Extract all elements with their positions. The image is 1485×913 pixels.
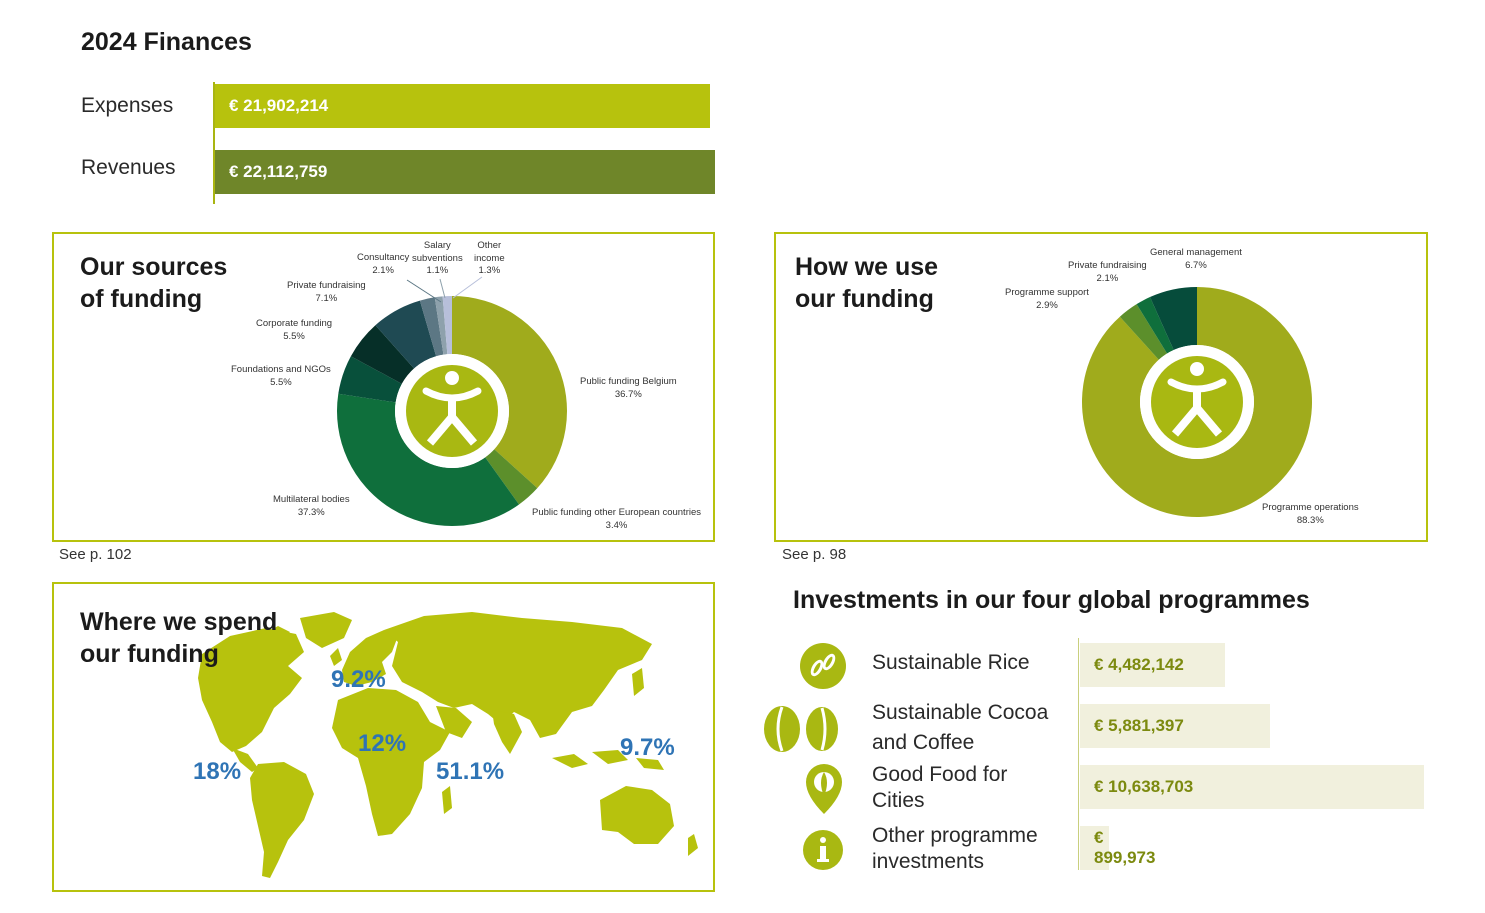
- label-public-funding-belgium: Public funding Belgium 36.7%: [580, 376, 677, 401]
- investment-value-cocoa-coffee: € 5,881,397: [1094, 716, 1184, 735]
- investment-value-rice: € 4,482,142: [1094, 655, 1184, 674]
- revenues-label: Revenues: [81, 156, 176, 179]
- slice-label-name: Foundations and NGOs: [231, 364, 331, 375]
- investment-bar-cocoa-coffee: € 5,881,397: [1080, 704, 1270, 748]
- slice-label-value: 3.4%: [605, 519, 628, 531]
- sources-see-page: See p. 102: [59, 546, 132, 563]
- revenues-bar: € 22,112,759: [215, 150, 715, 194]
- spend-title-line2: our funding: [80, 640, 219, 668]
- expenses-value: € 21,902,214: [229, 96, 329, 115]
- investment-bar-rice: € 4,482,142: [1080, 643, 1225, 687]
- coffee-bean-icon: [764, 706, 838, 752]
- label-foundations-ngos: Foundations and NGOs 5.5%: [231, 364, 331, 389]
- label-multilateral-bodies: Multilateral bodies 37.3%: [273, 494, 350, 519]
- sources-leader-lines: [406, 276, 483, 303]
- slice-label-name: Public funding Belgium: [580, 376, 677, 387]
- slice-label-value: 37.3%: [297, 506, 325, 518]
- label-programme-support: Programme support 2.9%: [1005, 287, 1089, 312]
- pct-west-africa: 12%: [358, 730, 407, 757]
- slice-label-name: Salary: [423, 240, 451, 251]
- label-programme-operations: Programme operations 88.3%: [1262, 502, 1359, 527]
- slice-label-value: 88.3%: [1296, 514, 1324, 526]
- use-donut-chart: [1082, 287, 1312, 517]
- location-pin-icon: [806, 764, 842, 814]
- use-see-page: See p. 98: [782, 546, 847, 563]
- investment-label-good-food: Good Food for Cities: [872, 763, 1008, 812]
- investment-value-good-food: € 10,638,703: [1094, 777, 1194, 796]
- rice-grain-icon: [800, 643, 846, 689]
- slice-label-name: Programme operations: [1262, 502, 1359, 513]
- slice-label-value: 2.9%: [1036, 299, 1058, 311]
- slice-label-value: 36.7%: [614, 388, 642, 400]
- investment-bar-good-food: € 10,638,703: [1080, 765, 1424, 809]
- spend-title: Where we spend our funding: [80, 606, 340, 670]
- slice-label-name: Other: [477, 240, 502, 251]
- slice-label-name: Programme support: [1005, 287, 1089, 298]
- slice-label-value: 5.5%: [270, 376, 292, 388]
- spend-title-line1: Where we spend: [80, 608, 278, 636]
- slice-label-name: General management: [1150, 247, 1242, 258]
- slice-label-value: 5.5%: [283, 330, 305, 342]
- sources-title: Our sources of funding: [80, 251, 310, 315]
- sources-donut-chart: [337, 296, 567, 526]
- investments-title: Investments in our four global programme…: [793, 586, 1310, 614]
- pct-americas: 18%: [193, 758, 242, 785]
- slice-label-name: Public funding other European countries: [532, 507, 702, 518]
- vredeseilanden-logo: [395, 354, 509, 468]
- expenses-bar: € 21,902,214: [215, 84, 710, 128]
- slice-label-value: 6.7%: [1185, 259, 1207, 271]
- pct-east-africa: 51.1%: [436, 758, 505, 785]
- slice-label-name: Corporate funding: [256, 318, 333, 329]
- revenues-value: € 22,112,759: [229, 162, 328, 181]
- sources-title-line2: of funding: [80, 285, 203, 313]
- label-public-funding-other: Public funding other European countries 3…: [532, 507, 701, 532]
- investment-label-cocoa-coffee: Sustainable Cocoa and Coffee: [872, 701, 1049, 754]
- slice-label-name: Private fundraising: [287, 280, 366, 291]
- vredeseilanden-logo: [1140, 345, 1254, 459]
- pct-europe: 9.2%: [331, 666, 386, 693]
- label-general-management: General management 6.7%: [1150, 247, 1242, 272]
- expenses-label: Expenses: [81, 94, 174, 117]
- info-icon: [803, 830, 843, 870]
- investment-label-other: Other programme investments: [872, 824, 1038, 873]
- investment-value-other: € 899,973: [1094, 828, 1156, 867]
- label-private-fundraising: Private fundraising 7.1%: [287, 280, 366, 305]
- investment-label-rice: Sustainable Rice: [872, 651, 1030, 674]
- use-title: How we use our funding: [795, 251, 1025, 315]
- sources-title-line1: Our sources: [80, 253, 228, 281]
- investment-bar-other: € 899,973: [1080, 826, 1155, 870]
- slice-label-value: 7.1%: [315, 292, 338, 304]
- slice-label-name: Private fundraising: [1068, 260, 1147, 271]
- pct-asia: 9.7%: [620, 734, 675, 761]
- label-corporate-funding: Corporate funding 5.5%: [256, 318, 332, 343]
- slice-label-name: Multilateral bodies: [273, 494, 350, 505]
- use-title-line2: our funding: [795, 285, 934, 313]
- finances-title: 2024 Finances: [81, 28, 252, 56]
- use-title-line1: How we use: [795, 253, 939, 281]
- label-use-private-fundraising: Private fundraising 2.1%: [1068, 260, 1147, 285]
- investments-axis-line: [1078, 638, 1079, 870]
- slice-label-value: 2.1%: [1096, 272, 1119, 284]
